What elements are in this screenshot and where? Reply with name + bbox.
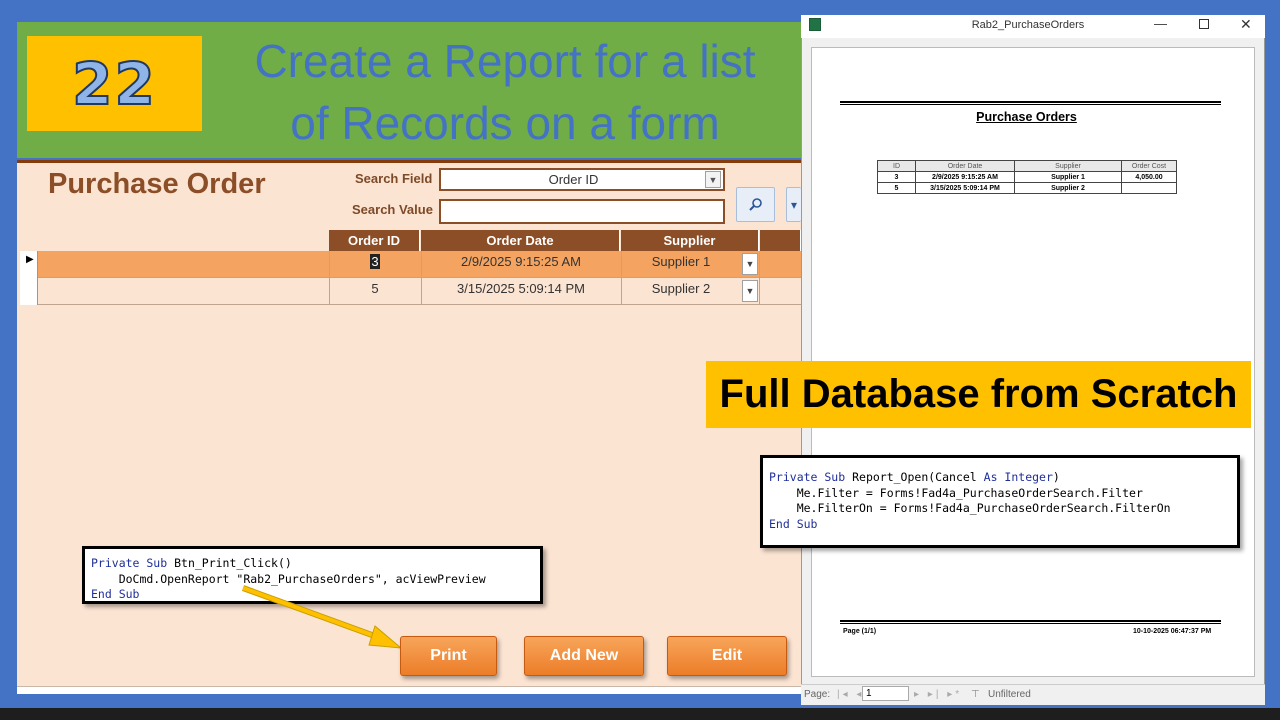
search-button[interactable]	[736, 187, 775, 222]
video-title-line1: Create a Report for a list	[254, 35, 756, 87]
filter-status[interactable]: Unfiltered	[988, 689, 1031, 700]
report-footer-rule	[840, 620, 1221, 624]
edit-button[interactable]: Edit	[667, 636, 787, 676]
table-row[interactable]: ▶ 3 2/9/2025 9:15:25 AM Supplier 1 ▼	[20, 251, 801, 278]
form-bottom-strip	[17, 686, 801, 694]
episode-number: 22	[71, 49, 157, 119]
search-icon	[748, 197, 762, 211]
report-table-header: ID Order Date Supplier Order Cost	[877, 160, 1177, 172]
report-page-number: Page (1/1)	[843, 628, 877, 635]
video-title: Create a Report for a list of Records on…	[210, 30, 800, 154]
chevron-down-icon[interactable]: ▼	[742, 253, 758, 275]
table-row[interactable]: 5 3/15/2025 5:09:14 PM Supplier 2 ▼	[20, 278, 801, 305]
next-last-page-icons[interactable]: ▸ ▸| ▸*	[914, 689, 962, 700]
report-title: Purchase Orders	[976, 110, 1077, 124]
cell-order-id[interactable]: 5	[330, 278, 420, 305]
cell-order-id[interactable]: 3	[330, 251, 420, 278]
episode-badge: 22	[27, 36, 202, 131]
record-selector[interactable]: ▶	[20, 251, 38, 278]
record-selector[interactable]	[20, 278, 38, 305]
report-header-rule	[840, 101, 1221, 105]
current-record-icon: ▶	[26, 254, 34, 265]
maximize-icon[interactable]	[1199, 19, 1209, 29]
bottom-band	[0, 708, 1280, 720]
search-field-combo[interactable]: Order ID ▼	[439, 168, 725, 191]
report-window-titlebar: Rab2_PurchaseOrders — ✕	[801, 15, 1265, 38]
chevron-down-icon[interactable]: ▼	[742, 280, 758, 302]
column-header-order-date[interactable]: Order Date	[421, 230, 620, 251]
video-title-line2: of Records on a form	[290, 97, 720, 149]
filter-status-icon: ⊤	[971, 689, 980, 700]
report-open-code-snippet: Private Sub Report_Open(Cancel As Intege…	[760, 455, 1240, 548]
cell-order-date[interactable]: 3/15/2025 5:09:14 PM	[422, 278, 620, 305]
search-field-value: Order ID	[548, 172, 599, 187]
cell-order-date[interactable]: 2/9/2025 9:15:25 AM	[422, 251, 620, 278]
minimize-icon[interactable]: —	[1154, 16, 1167, 31]
filter-button[interactable]: ▾	[786, 187, 801, 222]
report-table: ID Order Date Supplier Order Cost 3 2/9/…	[877, 160, 1177, 194]
full-database-banner: Full Database from Scratch	[706, 361, 1251, 428]
page-number-input[interactable]: 1	[862, 686, 909, 701]
report-print-date: 10-10-2025 06:47:37 PM	[1133, 628, 1212, 635]
search-value-label: Search Value	[352, 202, 433, 217]
chevron-down-icon[interactable]: ▼	[705, 171, 721, 188]
search-field-label: Search Field	[355, 171, 433, 186]
column-header-supplier[interactable]: Supplier	[621, 230, 759, 251]
close-icon[interactable]: ✕	[1240, 16, 1252, 33]
report-table-row: 3 2/9/2025 9:15:25 AM Supplier 1 4,050.0…	[877, 171, 1177, 183]
first-prev-page-icons[interactable]: |◂ ◂	[837, 689, 864, 700]
cell-supplier[interactable]: Supplier 2	[622, 278, 740, 305]
report-status-bar: Page: |◂ ◂ 1 ▸ ▸| ▸* ⊤ Unfiltered	[801, 684, 1265, 705]
add-new-button[interactable]: Add New	[524, 636, 644, 676]
filter-icon: ▾	[791, 197, 798, 212]
arrow-icon	[241, 585, 403, 649]
print-button[interactable]: Print	[400, 636, 497, 676]
report-window-title: Rab2_PurchaseOrders	[971, 19, 1085, 31]
column-header-extra	[760, 230, 801, 251]
column-header-order-id[interactable]: Order ID	[329, 230, 420, 251]
cell-supplier[interactable]: Supplier 1	[622, 251, 740, 278]
page-label: Page:	[804, 689, 831, 700]
search-value-input[interactable]	[439, 199, 725, 224]
report-table-row: 5 3/15/2025 5:09:14 PM Supplier 2	[877, 182, 1177, 194]
form-title: Purchase Order	[48, 168, 266, 200]
